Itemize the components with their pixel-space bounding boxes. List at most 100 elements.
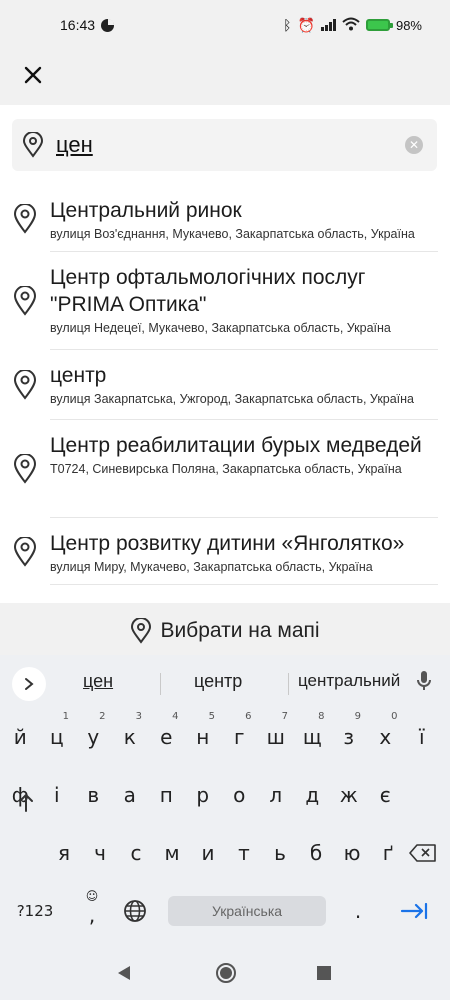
emoji-icon: ☺ (85, 889, 99, 903)
space-key[interactable]: Українська (168, 896, 326, 926)
key-label: г (233, 725, 245, 749)
back-triangle-icon (118, 966, 130, 980)
key[interactable]: а (114, 775, 147, 815)
key-label: с (130, 841, 142, 865)
key[interactable]: я (48, 833, 80, 873)
key-label: н (196, 725, 210, 749)
clear-search-button[interactable]: ✕ (405, 136, 423, 154)
language-key[interactable] (120, 893, 150, 929)
microphone-icon (417, 671, 431, 690)
symbols-key[interactable]: ?123 (8, 893, 62, 929)
microphone-button[interactable] (416, 669, 432, 698)
key[interactable]: м (156, 833, 188, 873)
list-item[interactable]: Центр реабилитации бурых медведей T0724, … (0, 420, 450, 518)
backspace-key[interactable] (406, 833, 440, 873)
key[interactable]: ґ (372, 833, 404, 873)
list-item[interactable]: центр вулиця Закарпатська, Ужгород, Закар… (0, 350, 450, 420)
close-button[interactable] (18, 60, 48, 90)
status-bar: 16:43 ᛒ ⏰ 98% (0, 0, 450, 50)
list-item[interactable]: Центральний ринок вулиця Воз'єднання, Мук… (0, 185, 450, 252)
suggestion-item[interactable]: центральний (298, 671, 400, 691)
key-hint: 1 (62, 711, 69, 722)
key-label: б (309, 841, 323, 865)
result-subtitle: вулиця Миру, Мукачево, Закарпатська обла… (50, 560, 373, 574)
key[interactable]: т (228, 833, 260, 873)
suggestion-item[interactable]: цен (83, 671, 113, 692)
result-title: Центральний ринок (50, 199, 242, 222)
globe-icon (124, 900, 146, 922)
key-label: к (123, 725, 136, 749)
key[interactable]: л (260, 775, 293, 815)
key[interactable]: й (4, 717, 37, 757)
search-box[interactable]: ✕ (12, 119, 437, 171)
key[interactable]: з9 (333, 711, 366, 757)
result-title: Центр реабилитации бурых медведей (50, 434, 422, 457)
key-label: р (196, 783, 210, 807)
list-item[interactable]: Центр офтальмологічних послуг "PRIMA Опт… (0, 252, 450, 350)
period-key[interactable]: . (348, 893, 368, 929)
key[interactable]: ш7 (260, 711, 293, 757)
result-subtitle: вулиця Закарпатська, Ужгород, Закарпатсь… (50, 392, 415, 406)
key-label: щ (302, 725, 322, 749)
comma-label: , (88, 903, 96, 927)
enter-key[interactable] (394, 893, 434, 929)
key-label: т (238, 841, 250, 865)
top-bar (0, 50, 450, 105)
suggestion-divider (160, 673, 161, 695)
recents-square-icon (317, 966, 331, 980)
suggestion-bar: цен центр центральний (0, 655, 450, 710)
key[interactable]: в (77, 775, 110, 815)
choose-on-map-button[interactable]: Вибрати на мапі (0, 603, 450, 658)
key[interactable]: ч (84, 833, 116, 873)
status-time: 16:43 (60, 17, 96, 33)
list-item[interactable]: Центр розвитку дитини «Янголятко» вулиця … (0, 518, 450, 585)
emoji-comma-key[interactable]: ☺ , (78, 889, 106, 929)
key[interactable]: р (187, 775, 220, 815)
bluetooth-icon: ᛒ (283, 17, 292, 33)
key-label: ь (274, 841, 286, 865)
suggestion-divider (288, 673, 289, 695)
expand-toolbar-button[interactable] (12, 667, 46, 701)
choose-on-map-label: Вибрати на мапі (160, 618, 320, 642)
key[interactable]: ж (333, 775, 366, 815)
key-hint: 0 (391, 711, 398, 722)
key[interactable]: о (223, 775, 256, 815)
key-label: х (379, 725, 392, 749)
key[interactable]: ц1 (41, 711, 74, 757)
search-input[interactable] (56, 132, 376, 158)
shift-icon (19, 794, 33, 812)
key[interactable]: у2 (77, 711, 110, 757)
key[interactable]: щ8 (296, 711, 329, 757)
back-button[interactable] (115, 963, 133, 988)
key[interactable]: б (300, 833, 332, 873)
key-label: у (87, 725, 100, 749)
key[interactable]: д (296, 775, 329, 815)
key[interactable]: ї (406, 717, 439, 757)
key[interactable]: е4 (150, 711, 183, 757)
result-subtitle: вулиця Недецеї, Мукачево, Закарпатська о… (50, 321, 391, 335)
shift-key[interactable] (12, 783, 40, 823)
key-label: з (343, 725, 355, 749)
recents-button[interactable] (316, 965, 332, 986)
key[interactable]: г6 (223, 711, 256, 757)
key[interactable]: і (41, 775, 74, 815)
key[interactable]: и (192, 833, 224, 873)
battery-level: 98% (395, 17, 422, 33)
home-button[interactable] (214, 961, 238, 990)
location-pin-icon (13, 203, 37, 234)
key[interactable]: с (120, 833, 152, 873)
key-label: в (87, 783, 100, 807)
key-label: й (13, 725, 27, 749)
key[interactable]: х0 (369, 711, 402, 757)
key-label: е (160, 725, 173, 749)
key[interactable]: ю (336, 833, 368, 873)
location-pin-icon (13, 370, 37, 400)
key-hint: 8 (318, 711, 325, 722)
key[interactable]: є (369, 775, 402, 815)
key[interactable]: ь (264, 833, 296, 873)
key-label: и (201, 841, 215, 865)
key[interactable]: к3 (114, 711, 147, 757)
key[interactable]: н5 (187, 711, 220, 757)
key[interactable]: п (150, 775, 183, 815)
suggestion-item[interactable]: центр (194, 671, 242, 692)
